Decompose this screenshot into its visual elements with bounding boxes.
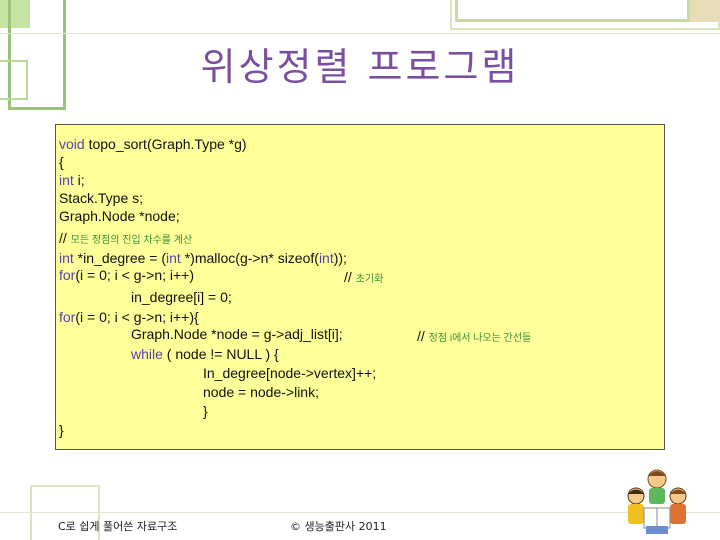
deco-right-tan: [690, 0, 720, 22]
code-line-11: Graph.Node *node = g->adj_list[i];: [131, 326, 343, 342]
footer-book-title: C로 쉽게 풀어쓴 자료구조: [58, 520, 178, 533]
code-text: ));: [333, 250, 347, 266]
code-line-08-comment: // 초기화: [344, 268, 383, 289]
code-text: topo_sort(Graph.Type *g): [84, 136, 247, 152]
keyword-int: int: [166, 250, 181, 266]
children-reading-icon: [627, 469, 687, 534]
code-text: i;: [73, 172, 85, 188]
comment-text: 초기화: [355, 274, 384, 285]
code-text: (i = 0; i < g->n; i++): [75, 267, 195, 283]
code-text: *in_degree = (: [73, 250, 167, 266]
keyword-int: int: [59, 250, 74, 266]
code-line-06: // 모든 정점의 진입 차수를 계산: [59, 229, 192, 250]
keyword-for: for: [59, 267, 76, 283]
keyword-int: int: [59, 172, 74, 188]
keyword-while: while: [131, 346, 163, 362]
deco-top-line: [0, 33, 720, 34]
deco-bottom-line: [0, 512, 720, 513]
comment-slashes: //: [417, 328, 429, 344]
code-text: (i = 0; i < g->n; i++){: [75, 309, 199, 325]
footer-copyright: © 생능출판사 2011: [290, 520, 387, 533]
code-line-02: {: [59, 154, 64, 170]
slide-title: 위상정렬 프로그램: [200, 45, 520, 89]
code-line-14: node = node->link;: [203, 384, 319, 400]
deco-top-right-square: [455, 0, 690, 22]
code-line-13: In_degree[node->vertex]++;: [203, 365, 377, 381]
code-line-03: int i;: [59, 171, 85, 189]
code-text: *)malloc(g->n* sizeof(: [180, 250, 319, 266]
code-line-10: for(i = 0; i < g->n; i++){: [59, 308, 199, 326]
code-line-08: for(i = 0; i < g->n; i++): [59, 266, 194, 284]
code-line-12: while ( node != NULL ) {: [131, 345, 279, 363]
code-line-04: Stack.Type s;: [59, 190, 144, 206]
code-line-05: Graph.Node *node;: [59, 208, 180, 224]
code-line-07: int *in_degree = (int *)malloc(g->n* siz…: [59, 249, 347, 267]
keyword-int: int: [318, 250, 334, 266]
comment-text: 모든 정점의 진입 차수를 계산: [70, 235, 193, 246]
code-line-01: void topo_sort(Graph.Type *g): [59, 135, 247, 153]
comment-slashes: //: [59, 230, 71, 246]
keyword-for: for: [59, 309, 76, 325]
comment-slashes: //: [344, 269, 356, 285]
comment-text: 정점 i에서 나오는 간선들: [428, 333, 532, 344]
code-line-11-comment: // 정점 i에서 나오는 간선들: [417, 327, 531, 348]
code-text: ( node != NULL ) {: [162, 346, 279, 362]
code-line-16: }: [59, 422, 64, 438]
keyword-void: void: [59, 136, 85, 152]
code-line-09: in_degree[i] = 0;: [131, 289, 232, 305]
code-line-15: }: [203, 403, 208, 419]
